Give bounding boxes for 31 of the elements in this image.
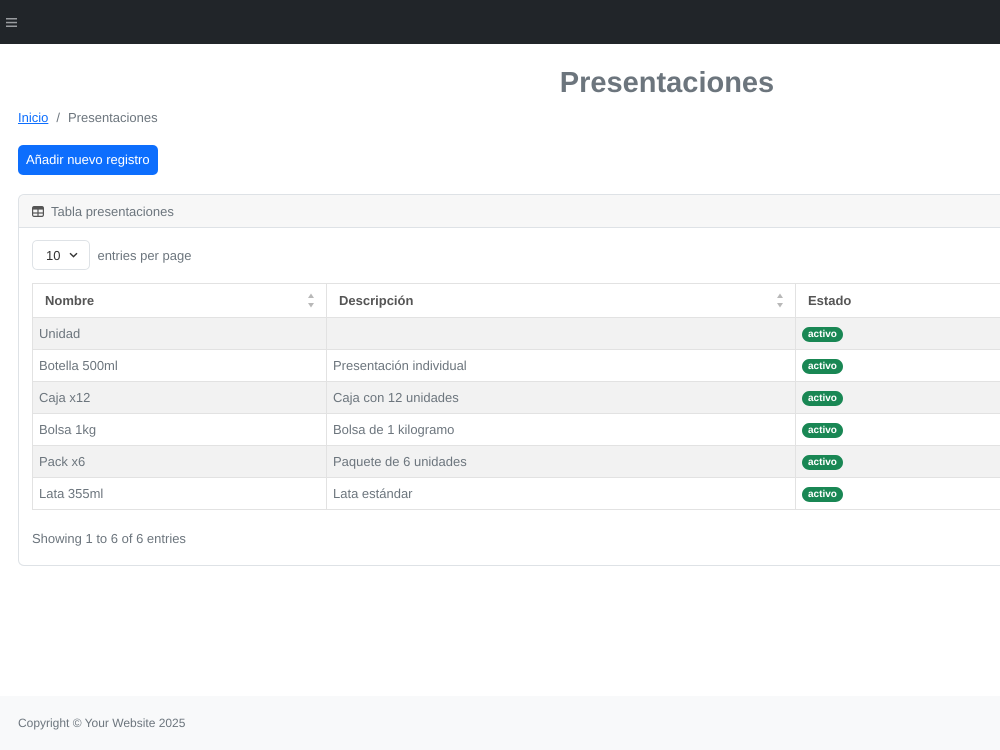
table-cell: Pack x6 [32,446,326,478]
breadcrumb-current: Presentaciones [68,110,158,124]
table-info: Showing 1 to 6 of 6 entries [32,530,186,548]
card-title: Tabla presentaciones [51,204,174,218]
page-size-select[interactable]: 10 [32,240,90,270]
column-header[interactable]: Nombre [45,293,94,308]
page-size-label: entries per page [97,248,192,262]
table-cell: Lata estándar [326,478,796,510]
status-badge: activo [802,423,843,438]
column-header: Estado [808,293,852,308]
sort-icon[interactable] [308,293,314,308]
table-cell: Paquete de 6 unidades [326,446,796,478]
table-cell: Caja x12 [32,382,326,414]
status-badge: activo [802,359,843,374]
status-badge: activo [802,327,843,342]
page-title: Presentaciones [560,66,774,101]
status-badge: activo [802,455,843,470]
sort-icon[interactable] [777,293,783,308]
add-record-button[interactable]: Añadir nuevo registro [18,145,158,175]
copyright-text: Copyright © Your Website 2025 [18,716,186,730]
status-badge: activo [802,391,843,406]
table-cell: Unidad [32,318,326,350]
table-icon [32,206,44,216]
table-cell: Lata 355ml [32,478,326,510]
menu-icon[interactable] [6,18,17,26]
chevron-down-icon [69,252,78,258]
table-cell: Caja con 12 unidades [326,382,796,414]
breadcrumb-link[interactable]: Inicio [18,110,48,124]
status-badge: activo [802,487,843,502]
breadcrumb-separator: / [55,110,61,124]
column-header[interactable]: Descripción [339,293,414,308]
